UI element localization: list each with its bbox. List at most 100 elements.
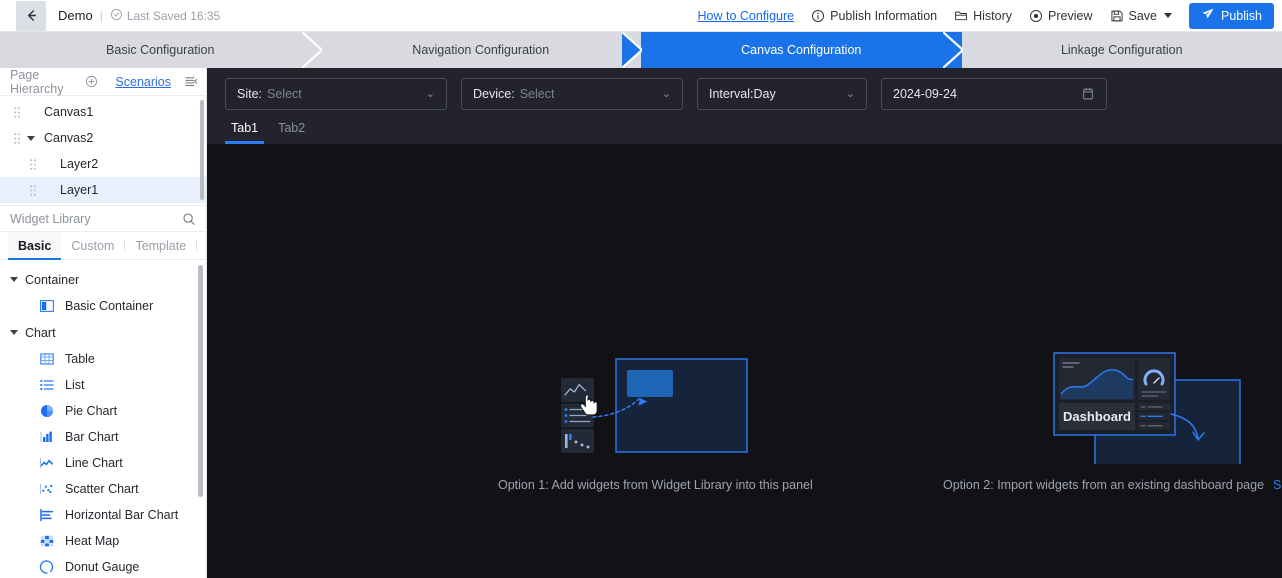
select-dashboard-link[interactable]: Select Dashboard — [1273, 478, 1282, 492]
page-title: Demo — [58, 8, 93, 23]
canvas-tab-2[interactable]: Tab2 — [272, 121, 311, 144]
interval-label: Interval:Day — [709, 87, 776, 101]
widget-item-donut-gauge[interactable]: Donut Gauge — [0, 554, 206, 578]
widget-item-line-chart[interactable]: Line Chart — [0, 450, 206, 476]
history-button[interactable]: History — [954, 9, 1012, 23]
widget-item-list[interactable]: List — [0, 372, 206, 398]
date-value: 2024-09-24 — [893, 87, 957, 101]
top-bar-actions: How to Configure Publish Information His… — [698, 2, 1274, 29]
step-chevron-icon — [301, 32, 322, 68]
tree-item-label: Layer2 — [60, 157, 99, 171]
widget-group-container[interactable]: Container — [0, 266, 206, 293]
widget-item-scatter-chart[interactable]: Scatter Chart — [0, 476, 206, 502]
page-hierarchy-header: Page Hierarchy Scenarios — [0, 68, 206, 96]
back-button[interactable] — [16, 0, 46, 31]
tree-item-label: Canvas1 — [44, 105, 94, 119]
drag-handle-icon[interactable] — [10, 132, 24, 144]
widget-library-tabs: Basic Custom Template — [0, 232, 206, 260]
step-label: Linkage Configuration — [1060, 43, 1183, 57]
canvas-body[interactable]: Option 1: Add widgets from Widget Librar… — [207, 144, 1282, 578]
site-select[interactable]: Site: Select ⌄ — [225, 78, 447, 110]
widget-item-label: Bar Chart — [65, 430, 119, 444]
tab-basic[interactable]: Basic — [8, 232, 62, 260]
step-canvas-configuration[interactable]: Canvas Configuration — [641, 32, 963, 68]
save-button[interactable]: Save — [1110, 9, 1172, 23]
drag-handle-icon[interactable] — [10, 106, 24, 118]
tree-expand-toggle[interactable] — [24, 135, 38, 141]
drag-handle-icon[interactable] — [26, 184, 40, 196]
scenarios-link[interactable]: Scenarios — [115, 75, 171, 89]
option-2-illustration: Dashboard — [1052, 352, 1241, 464]
publish-information-button[interactable]: Publish Information — [811, 9, 937, 23]
tree-item-label: Layer1 — [60, 183, 99, 197]
preview-label: Preview — [1048, 8, 1093, 23]
send-plane-icon — [1201, 7, 1215, 24]
tree-scrollbar[interactable] — [200, 100, 204, 200]
canvas-tab-1[interactable]: Tab1 — [225, 121, 265, 144]
device-value: Select — [519, 87, 555, 101]
canvas-area: Site: Select ⌄ Device: Select ⌄ Interval… — [207, 68, 1282, 578]
widget-item-horizontal-bar-chart[interactable]: Horizontal Bar Chart — [0, 502, 206, 528]
date-picker[interactable]: 2024-09-24 — [881, 78, 1107, 110]
step-basic-configuration[interactable]: Basic Configuration — [0, 32, 322, 68]
step-navigation-configuration[interactable]: Navigation Configuration — [320, 32, 642, 68]
preview-button[interactable]: Preview — [1029, 8, 1093, 23]
tab-custom[interactable]: Custom — [61, 232, 124, 259]
pie-chart-icon — [38, 403, 55, 420]
widget-library-header: Widget Library — [0, 206, 206, 232]
device-select[interactable]: Device: Select ⌄ — [461, 78, 683, 110]
widget-item-bar-chart[interactable]: Bar Chart — [0, 424, 206, 450]
site-label: Site: — [237, 87, 263, 101]
search-icon[interactable] — [182, 212, 196, 226]
option-1-caption-row: Option 1: Add widgets from Widget Librar… — [498, 478, 813, 492]
table-icon — [38, 351, 55, 368]
widget-item-label: Table — [65, 352, 95, 366]
container-icon — [38, 298, 55, 315]
publish-label: Publish — [1221, 8, 1262, 23]
widget-item-basic-container[interactable]: Basic Container — [0, 293, 206, 319]
tree-item-label: Canvas2 — [44, 131, 94, 145]
widget-library-list: Container Basic Container Chart Table Li… — [0, 260, 206, 578]
step-linkage-configuration[interactable]: Linkage Configuration — [961, 32, 1282, 68]
option-1-illustration — [561, 358, 749, 453]
chevron-down-icon: ⌄ — [661, 87, 671, 100]
chevron-down-icon — [1164, 13, 1172, 18]
scatter-chart-icon — [38, 481, 55, 498]
bar-chart-icon — [38, 429, 55, 446]
tree-item-canvas1[interactable]: Canvas1 — [0, 99, 206, 125]
widget-item-heat-map[interactable]: Heat Map — [0, 528, 206, 554]
dashboard-label: Dashboard — [1063, 409, 1131, 424]
last-saved-text: Last Saved 16:35 — [126, 8, 221, 23]
widget-item-label: Donut Gauge — [65, 560, 140, 574]
drag-handle-icon[interactable] — [26, 158, 40, 170]
arrow-left-icon — [24, 8, 39, 23]
widget-library-scrollbar[interactable] — [198, 265, 203, 497]
widget-group-chart[interactable]: Chart — [0, 319, 206, 346]
app-root: Demo | Last Saved 16:35 How to Configure — [0, 0, 1282, 578]
widget-item-label: Pie Chart — [65, 404, 118, 418]
step-chevron-icon — [942, 32, 963, 68]
publish-button[interactable]: Publish — [1189, 2, 1274, 29]
horizontal-bar-chart-icon — [38, 507, 55, 524]
left-sidebar: Page Hierarchy Scenarios Canvas1 Canvas2… — [0, 68, 207, 578]
clock-check-icon — [110, 8, 123, 24]
caret-down-icon — [10, 330, 18, 335]
widget-item-pie-chart[interactable]: Pie Chart — [0, 398, 206, 424]
how-to-configure-link[interactable]: How to Configure — [698, 9, 795, 23]
configuration-steps: Basic Configuration Navigation Configura… — [0, 32, 1282, 68]
plus-circle-icon[interactable] — [85, 75, 98, 88]
list-collapse-icon[interactable] — [184, 75, 198, 88]
page-hierarchy-title: Page Hierarchy — [10, 67, 64, 96]
chevron-down-icon: ⌄ — [845, 87, 855, 100]
donut-gauge-icon — [38, 559, 55, 576]
chevron-down-icon: ⌄ — [425, 87, 435, 100]
last-saved: Last Saved 16:35 — [110, 8, 220, 24]
widget-item-table[interactable]: Table — [0, 346, 206, 372]
interval-select[interactable]: Interval:Day ⌄ — [697, 78, 867, 110]
tree-item-canvas2[interactable]: Canvas2 — [0, 125, 206, 151]
filter-row: Site: Select ⌄ Device: Select ⌄ Interval… — [207, 78, 1282, 110]
tab-template[interactable]: Template — [125, 232, 196, 259]
tree-item-layer1[interactable]: Layer1 — [0, 177, 206, 203]
info-circle-icon — [811, 9, 825, 23]
tree-item-layer2[interactable]: Layer2 — [0, 151, 206, 177]
